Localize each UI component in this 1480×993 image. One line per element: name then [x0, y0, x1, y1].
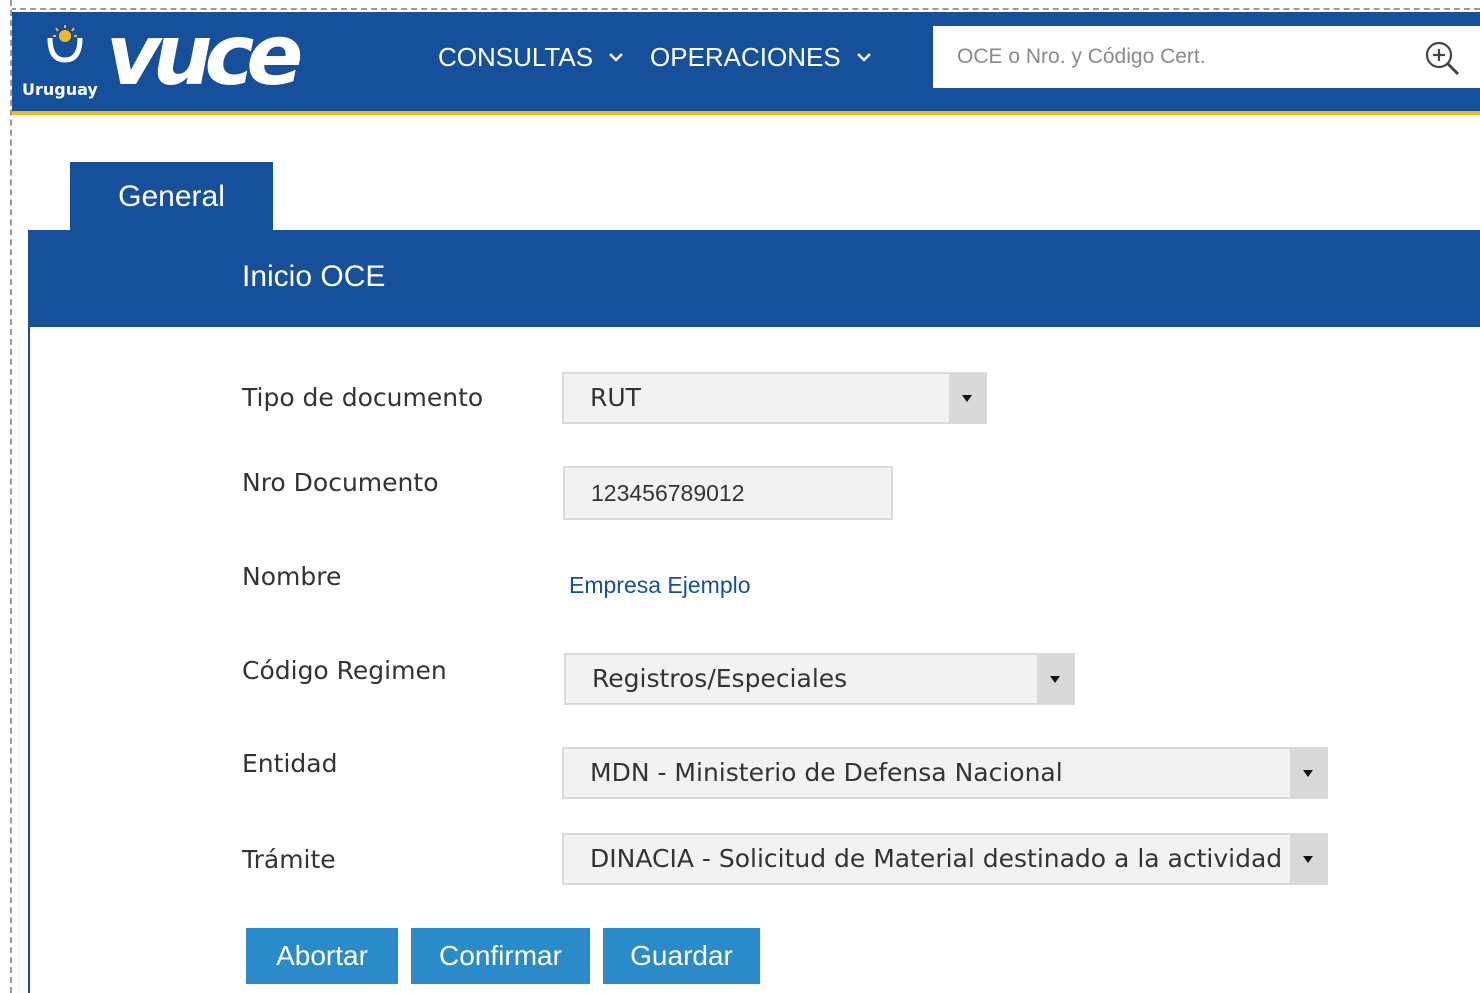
- tab-general[interactable]: General: [70, 162, 273, 232]
- nro-documento-label: Nro Documento: [242, 468, 439, 497]
- guardar-button[interactable]: Guardar: [603, 928, 760, 984]
- nav-consultas-label: CONSULTAS: [438, 41, 594, 72]
- entidad-label: Entidad: [242, 749, 338, 778]
- tramite-select[interactable]: DINACIA - Solicitud de Material destinad…: [562, 833, 1328, 885]
- chevron-down-icon: [856, 53, 871, 62]
- codigo-regimen-select[interactable]: Registros/Especiales: [564, 653, 1075, 705]
- dropdown-arrow-icon: [949, 374, 985, 422]
- nombre-label: Nombre: [242, 562, 342, 591]
- section-title: Inicio OCE: [242, 260, 386, 293]
- dropdown-arrow-icon: [1290, 749, 1326, 797]
- tipo-documento-select[interactable]: RUT: [562, 372, 987, 424]
- nav-operaciones-label: OPERACIONES: [650, 41, 841, 72]
- tramite-value: DINACIA - Solicitud de Material destinad…: [590, 844, 1286, 873]
- nav-consultas[interactable]: CONSULTAS: [438, 42, 625, 72]
- brand-wordmark: vuce: [106, 6, 303, 104]
- nav-operaciones[interactable]: OPERACIONES: [650, 42, 873, 72]
- entidad-select[interactable]: MDN - Ministerio de Defensa Nacional: [562, 747, 1328, 799]
- window-left-edge: [0, 0, 12, 993]
- tipo-documento-value: RUT: [590, 383, 641, 412]
- top-header: Uruguay vuce CONSULTAS OPERACIONES: [12, 6, 1480, 115]
- dropdown-arrow-icon: [1037, 655, 1073, 703]
- nombre-value: Empresa Ejemplo: [569, 572, 751, 598]
- app-window: Uruguay vuce CONSULTAS OPERACIONES OCE o…: [0, 0, 1480, 993]
- tipo-documento-label: Tipo de documento: [242, 383, 484, 412]
- codigo-regimen-label: Código Regimen: [242, 656, 447, 685]
- confirmar-button[interactable]: Confirmar: [411, 928, 590, 984]
- section-header: Inicio OCE: [28, 230, 1480, 327]
- zoom-in-search-icon[interactable]: [1423, 39, 1461, 77]
- tramite-label: Trámite: [242, 845, 336, 874]
- chevron-down-icon: [609, 53, 623, 62]
- dropdown-arrow-icon: [1290, 835, 1326, 883]
- entidad-value: MDN - Ministerio de Defensa Nacional: [590, 758, 1063, 787]
- search-input[interactable]: [933, 26, 1451, 88]
- nro-documento-input[interactable]: [563, 466, 893, 520]
- abortar-button[interactable]: Abortar: [246, 928, 398, 984]
- country-label: Uruguay: [22, 80, 98, 99]
- search-box: [933, 26, 1480, 88]
- sun-emblem-icon: [47, 25, 83, 63]
- vuce-logo[interactable]: Uruguay vuce: [22, 6, 322, 104]
- codigo-regimen-value: Registros/Especiales: [592, 664, 848, 693]
- panel-border: [28, 327, 30, 993]
